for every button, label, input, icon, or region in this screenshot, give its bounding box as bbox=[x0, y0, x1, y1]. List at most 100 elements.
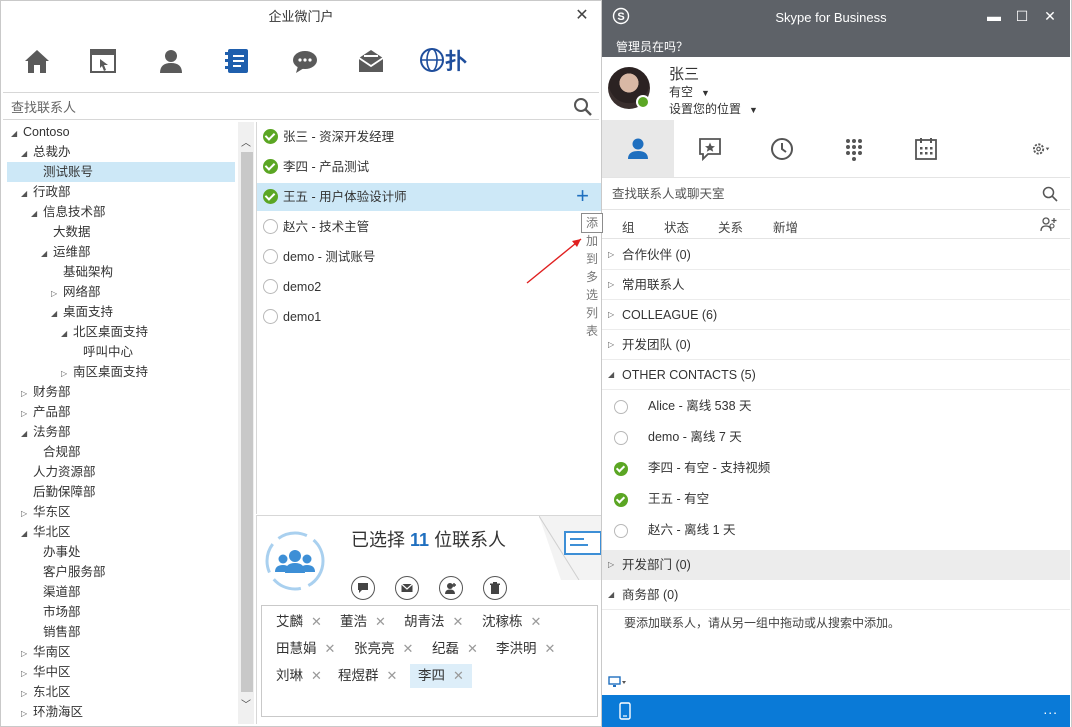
minimize-icon[interactable]: ▬ bbox=[986, 8, 1002, 24]
unchecked-circle-icon[interactable] bbox=[263, 309, 278, 324]
remove-chip-icon[interactable]: ✕ bbox=[467, 641, 478, 656]
checked-circle-icon[interactable] bbox=[263, 129, 278, 144]
skype-search-input[interactable] bbox=[612, 185, 1032, 203]
expanded-arrow-icon[interactable]: ◢ bbox=[21, 184, 31, 204]
tree-node[interactable]: ◢ Contoso bbox=[11, 122, 70, 142]
tree-node[interactable]: 后勤保障部 bbox=[21, 482, 96, 502]
scrollbar-thumb[interactable] bbox=[241, 152, 253, 692]
contact-group-header[interactable]: ▷ 常用联系人 bbox=[602, 270, 1070, 300]
collapsed-arrow-icon[interactable]: ▷ bbox=[21, 704, 31, 724]
filter-status[interactable]: 状态 bbox=[664, 217, 689, 236]
collapsed-arrow-icon[interactable]: ▷ bbox=[21, 644, 31, 664]
remove-chip-icon[interactable]: ✕ bbox=[375, 614, 386, 629]
add-contact-icon[interactable] bbox=[1040, 216, 1058, 234]
collapsed-arrow-icon[interactable]: ▷ bbox=[608, 300, 614, 330]
collapsed-arrow-icon[interactable]: ▷ bbox=[608, 550, 614, 580]
collapsed-arrow-icon[interactable]: ▷ bbox=[21, 404, 31, 424]
location-dropdown[interactable]: 设置您的位置 ▼ bbox=[669, 100, 758, 117]
contact-group-header[interactable]: ◢ 商务部 (0) bbox=[602, 580, 1070, 610]
remove-chip-icon[interactable]: ✕ bbox=[311, 614, 322, 629]
close-icon[interactable]: ✕ bbox=[573, 7, 591, 25]
tree-node[interactable]: 办事处 bbox=[31, 542, 81, 562]
filter-relationships[interactable]: 关系 bbox=[718, 217, 743, 236]
collapsed-arrow-icon[interactable]: ▷ bbox=[608, 240, 614, 270]
member-row[interactable]: 李四 - 产品测试 bbox=[257, 153, 601, 181]
remove-chip-icon[interactable]: ✕ bbox=[311, 668, 322, 683]
tree-node[interactable]: ◢ 北区桌面支持 bbox=[61, 322, 148, 342]
mail-open-icon[interactable] bbox=[351, 41, 391, 81]
tree-node[interactable]: ▷ 华中区 bbox=[21, 662, 71, 682]
chevron-up-icon[interactable]: ︿ bbox=[241, 134, 251, 149]
contact-group-header[interactable]: ◢ OTHER CONTACTS (5) bbox=[602, 360, 1070, 390]
expanded-arrow-icon[interactable]: ◢ bbox=[11, 124, 21, 144]
expanded-arrow-icon[interactable]: ◢ bbox=[21, 144, 31, 164]
delete-button[interactable] bbox=[483, 576, 507, 600]
tree-node[interactable]: ▷ 环渤海区 bbox=[21, 702, 83, 722]
contact-row[interactable]: 王五 - 有空 bbox=[602, 484, 1070, 515]
contact-group-header[interactable]: ▷ 开发部门 (0) bbox=[602, 550, 1070, 580]
expanded-arrow-icon[interactable]: ◢ bbox=[608, 580, 614, 610]
chat-button[interactable] bbox=[351, 576, 375, 600]
expanded-arrow-icon[interactable]: ◢ bbox=[51, 304, 61, 324]
member-row[interactable]: 王五 - 用户体验设计师 + bbox=[257, 183, 601, 211]
tree-node[interactable]: 人力资源部 bbox=[21, 462, 96, 482]
tree-node[interactable]: ▷ 华东区 bbox=[21, 502, 71, 522]
phone-device-icon[interactable] bbox=[618, 702, 632, 720]
remove-chip-icon[interactable]: ✕ bbox=[453, 668, 464, 683]
collapsed-arrow-icon[interactable]: ▷ bbox=[21, 664, 31, 684]
tree-node[interactable]: ◢ 信息技术部 bbox=[31, 202, 106, 222]
tree-node[interactable]: ◢ 运维部 bbox=[41, 242, 91, 262]
device-selector[interactable] bbox=[608, 676, 626, 691]
tree-node[interactable]: 大数据 bbox=[41, 222, 91, 242]
contact-row[interactable]: demo - 离线 7 天 bbox=[602, 422, 1070, 453]
tab-chat-rooms[interactable] bbox=[674, 120, 746, 177]
expanded-arrow-icon[interactable]: ◢ bbox=[21, 524, 31, 544]
expanded-arrow-icon[interactable]: ◢ bbox=[608, 360, 614, 390]
expanded-arrow-icon[interactable]: ◢ bbox=[21, 424, 31, 444]
tab-contacts[interactable] bbox=[602, 120, 674, 177]
tree-node[interactable]: 市场部 bbox=[31, 602, 81, 622]
expanded-arrow-icon[interactable]: ◢ bbox=[61, 324, 71, 344]
tree-node[interactable]: ◢ 行政部 bbox=[21, 182, 71, 202]
collapsed-arrow-icon[interactable]: ▷ bbox=[61, 364, 71, 384]
tab-conversations[interactable] bbox=[746, 120, 818, 177]
remove-chip-icon[interactable]: ✕ bbox=[403, 641, 414, 656]
tree-node[interactable]: 渠道部 bbox=[31, 582, 81, 602]
unchecked-circle-icon[interactable] bbox=[263, 249, 278, 264]
address-book-icon[interactable] bbox=[217, 41, 257, 81]
tree-node[interactable]: 基础架构 bbox=[51, 262, 113, 282]
contact-row[interactable]: 赵六 - 离线 1 天 bbox=[602, 515, 1070, 546]
chevron-down-icon[interactable]: ﹀ bbox=[241, 696, 251, 711]
email-button[interactable] bbox=[395, 576, 419, 600]
chat-bubbles-icon[interactable] bbox=[285, 41, 325, 81]
tree-node[interactable]: ◢ 桌面支持 bbox=[51, 302, 113, 322]
contact-person-icon[interactable] bbox=[151, 41, 191, 81]
tab-meetings[interactable] bbox=[890, 120, 962, 177]
tree-node[interactable]: ◢ 法务部 bbox=[21, 422, 71, 442]
close-icon[interactable]: ✕ bbox=[1042, 8, 1058, 24]
tree-node[interactable]: ▷ 南区桌面支持 bbox=[61, 362, 148, 382]
search-icon[interactable] bbox=[1042, 186, 1058, 202]
collapsed-arrow-icon[interactable]: ▷ bbox=[608, 270, 614, 300]
options-button[interactable] bbox=[1012, 120, 1068, 177]
contact-group-header[interactable]: ▷ 合作伙伴 (0) bbox=[602, 240, 1070, 270]
filter-new[interactable]: 新增 bbox=[773, 217, 798, 236]
tree-node[interactable]: 呼叫中心 bbox=[71, 342, 133, 362]
presence-dropdown[interactable]: 有空 ▼ bbox=[669, 83, 710, 100]
member-row[interactable]: 张三 - 资深开发经理 bbox=[257, 123, 601, 151]
add-contact-button[interactable] bbox=[439, 576, 463, 600]
more-options-button[interactable]: ... bbox=[1043, 701, 1058, 717]
home-icon[interactable] bbox=[17, 41, 57, 81]
member-row[interactable]: demo1 bbox=[257, 303, 601, 331]
remove-chip-icon[interactable]: ✕ bbox=[325, 641, 336, 656]
window-cursor-icon[interactable] bbox=[83, 41, 123, 81]
portal-search-input[interactable] bbox=[11, 97, 551, 117]
remove-chip-icon[interactable]: ✕ bbox=[531, 614, 542, 629]
expanded-arrow-icon[interactable]: ◢ bbox=[31, 204, 41, 224]
collapsed-arrow-icon[interactable]: ▷ bbox=[608, 330, 614, 360]
add-to-list-plus-icon[interactable]: + bbox=[576, 185, 589, 207]
checked-circle-icon[interactable] bbox=[263, 159, 278, 174]
filter-groups[interactable]: 组 bbox=[622, 217, 635, 236]
contact-group-header[interactable]: ▷ COLLEAGUE (6) bbox=[602, 300, 1070, 330]
unchecked-circle-icon[interactable] bbox=[263, 219, 278, 234]
